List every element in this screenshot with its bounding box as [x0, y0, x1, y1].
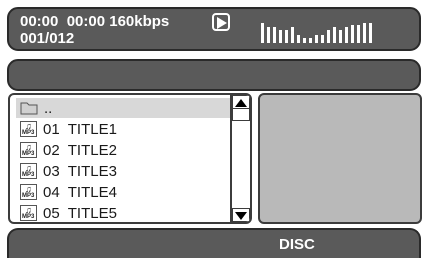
mp3-file-icon: ♫ MP3: [20, 184, 37, 200]
scroll-up-button[interactable]: [232, 95, 250, 109]
list-item[interactable]: ♫ MP3 05 TITLE5: [16, 203, 230, 222]
scrollbar[interactable]: [230, 95, 250, 222]
equalizer-bars-icon: [261, 23, 372, 43]
source-bar: DISC: [7, 228, 421, 258]
scroll-down-button[interactable]: [232, 208, 250, 222]
list-item[interactable]: ♫ MP3 02 TITLE2: [16, 140, 230, 160]
list-item-label: 04 TITLE4: [43, 183, 117, 201]
source-label: DISC: [279, 236, 315, 253]
list-item[interactable]: ♫ MP3 03 TITLE3: [16, 161, 230, 181]
list-item[interactable]: ♫ MP3 04 TITLE4: [16, 182, 230, 202]
list-item-label: ..: [44, 99, 53, 117]
play-icon[interactable]: [212, 13, 230, 31]
mp3-file-icon: ♫ MP3: [20, 205, 37, 221]
info-bar: [7, 59, 421, 91]
mp3-file-icon: ♫ MP3: [20, 121, 37, 137]
mp3-file-icon: ♫ MP3: [20, 163, 37, 179]
status-bar: 00:00 00:00 160kbps 001/012: [7, 7, 421, 51]
preview-panel: [258, 93, 422, 224]
list-item-label: 05 TITLE5: [43, 204, 117, 222]
list-item-label: 01 TITLE1: [43, 120, 117, 138]
folder-icon: [20, 102, 38, 115]
playback-time-bitrate: 00:00 00:00 160kbps: [20, 13, 170, 30]
track-counter: 001/012: [20, 30, 75, 47]
mp3-file-icon: ♫ MP3: [20, 142, 37, 158]
scroll-thumb[interactable]: [232, 108, 250, 121]
list-item[interactable]: ♫ MP3 01 TITLE1: [16, 119, 230, 139]
list-item-label: 02 TITLE2: [43, 141, 117, 159]
file-list-panel: .. ♫ MP3 01 TITLE1 ♫ MP3 02 TITLE2 ♫ MP3 03…: [8, 93, 252, 224]
list-item-label: 03 TITLE3: [43, 162, 117, 180]
list-item[interactable]: ..: [16, 98, 230, 118]
arrow-down-icon: [235, 212, 247, 220]
